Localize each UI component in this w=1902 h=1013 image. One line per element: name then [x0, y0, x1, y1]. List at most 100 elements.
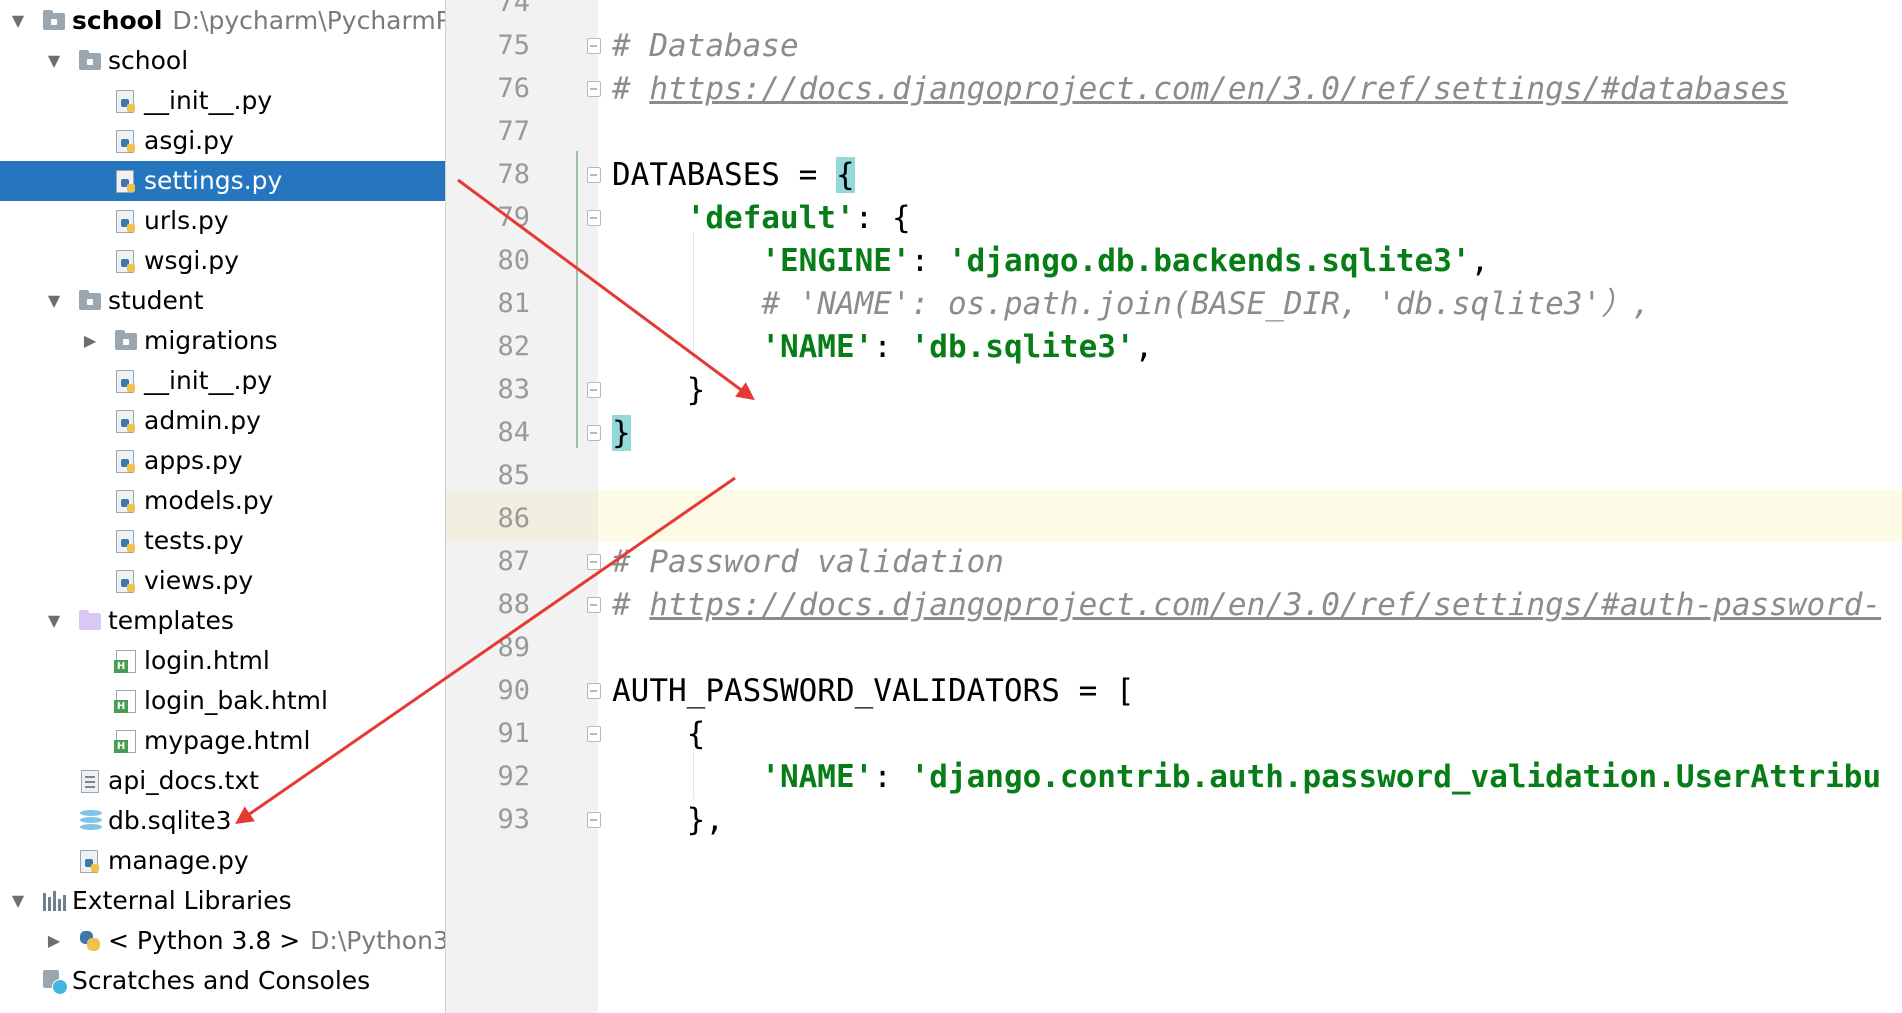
templates-folder-icon	[78, 609, 102, 633]
expand-arrow-icon[interactable]: ▼	[8, 1, 28, 41]
code-token: {	[612, 716, 706, 752]
tree-row-init-py[interactable]: __init__.py	[0, 361, 445, 401]
tree-row-mypage-html[interactable]: Hmypage.html	[0, 721, 445, 761]
tree-row-label: Scratches and Consoles	[72, 966, 371, 995]
tree-row-apps-py[interactable]: apps.py	[0, 441, 445, 481]
fold-marker-icon[interactable]	[587, 554, 601, 570]
tree-row-login-html[interactable]: Hlogin.html	[0, 641, 445, 681]
tree-row-init-py[interactable]: __init__.py	[0, 81, 445, 121]
tree-row-label: admin.py	[144, 406, 261, 435]
python-file-icon	[114, 249, 138, 273]
tree-row-asgi-py[interactable]: asgi.py	[0, 121, 445, 161]
tree-row-db-sqlite3[interactable]: db.sqlite3	[0, 801, 445, 841]
string-token: 'django.contrib.auth.password_validation…	[910, 759, 1882, 795]
tree-row-label: tests.py	[144, 526, 244, 555]
tree-row-external-libraries[interactable]: ▼ External Libraries	[0, 881, 445, 921]
folder-icon	[78, 289, 102, 313]
code-token: ,	[1470, 243, 1490, 279]
code-line[interactable]: },	[612, 794, 724, 846]
tree-row-label: views.py	[144, 566, 254, 595]
code-token: :	[910, 243, 948, 279]
tree-row-label: apps.py	[144, 446, 243, 475]
tree-row-label: student	[108, 286, 204, 315]
fold-marker-icon[interactable]	[587, 81, 601, 97]
caret-line-highlight	[598, 490, 1902, 542]
comment-token: # Database	[612, 28, 799, 64]
code-token: ,	[1134, 329, 1154, 365]
html-file-icon: H	[114, 649, 138, 673]
collapse-arrow-icon[interactable]: ▶	[44, 921, 64, 961]
tree-row-api-docs-txt[interactable]: api_docs.txt	[0, 761, 445, 801]
fold-marker-icon[interactable]	[587, 210, 601, 226]
fold-marker-icon[interactable]	[587, 167, 601, 183]
string-token: 'django.db.backends.sqlite3'	[947, 243, 1471, 279]
tree-row-migrations[interactable]: ▶ migrations	[0, 321, 445, 361]
tree-row-label-wrap: school D:\pycharm\PycharmPro	[72, 1, 445, 41]
tree-row-settings-py[interactable]: settings.py	[0, 161, 445, 201]
line-number: 93	[497, 804, 530, 835]
expand-arrow-icon[interactable]: ▼	[8, 881, 28, 921]
python-file-icon	[114, 449, 138, 473]
fold-marker-icon[interactable]	[587, 597, 601, 613]
code-token: DATABASES =	[612, 157, 836, 193]
tree-row-student[interactable]: ▼ student	[0, 281, 445, 321]
comment-token: #	[612, 71, 650, 107]
tree-row-scratches-and-consoles[interactable]: Scratches and Consoles	[0, 961, 445, 1001]
indent-guide	[693, 232, 694, 361]
code-line[interactable]: # https://docs.djangoproject.com/en/3.0/…	[612, 63, 1788, 115]
tree-row-urls-py[interactable]: urls.py	[0, 201, 445, 241]
tree-row-label: __init__.py	[144, 366, 273, 395]
expand-arrow-icon[interactable]: ▼	[44, 41, 64, 81]
tree-row-wsgi-py[interactable]: wsgi.py	[0, 241, 445, 281]
tree-row-path: D:\pycharm\PycharmPro	[172, 6, 445, 35]
tree-row-login-bak-html[interactable]: Hlogin_bak.html	[0, 681, 445, 721]
fold-marker-icon[interactable]	[587, 425, 601, 441]
code-token: },	[612, 802, 724, 838]
comment-link[interactable]: https://docs.djangoproject.com/en/3.0/re…	[649, 71, 1787, 107]
python-file-icon	[114, 529, 138, 553]
comment-link[interactable]: https://docs.djangoproject.com/en/3.0/re…	[649, 587, 1881, 623]
tree-row-label: mypage.html	[144, 726, 311, 755]
comment-token: # Password validation	[612, 544, 1004, 580]
code-line[interactable]: # https://docs.djangoproject.com/en/3.0/…	[612, 579, 1881, 631]
tree-row-school[interactable]: ▼ school	[0, 41, 445, 81]
tree-row-label: manage.py	[108, 846, 249, 875]
tree-row-school[interactable]: ▼ school D:\pycharm\PycharmPro	[0, 1, 445, 41]
tree-row-label: login.html	[144, 646, 270, 675]
matched-brace: {	[835, 157, 855, 193]
tree-row-templates[interactable]: ▼ templates	[0, 601, 445, 641]
tree-row-label: urls.py	[144, 206, 229, 235]
code-line[interactable]: }	[612, 407, 631, 459]
project-tree-panel[interactable]: ▼ school D:\pycharm\PycharmPro ▼ school __ini…	[0, 0, 445, 1013]
code-line[interactable]: 'NAME': 'django.contrib.auth.password_va…	[612, 751, 1881, 803]
string-token: 'NAME'	[761, 329, 874, 365]
tree-row-admin-py[interactable]: admin.py	[0, 401, 445, 441]
fold-marker-icon[interactable]	[587, 726, 601, 742]
tree-row-label: login_bak.html	[144, 686, 328, 715]
html-file-icon: H	[114, 689, 138, 713]
folder-icon	[114, 329, 138, 353]
tree-row-models-py[interactable]: models.py	[0, 481, 445, 521]
tree-row-label: models.py	[144, 486, 274, 515]
fold-marker-icon[interactable]	[587, 382, 601, 398]
vcs-change-marker[interactable]	[576, 151, 578, 448]
tree-row-python-3-8[interactable]: ▶ < Python 3.8 > D:\Python38	[0, 921, 445, 961]
fold-marker-icon[interactable]	[587, 683, 601, 699]
tree-row-label: < Python 3.8 >	[108, 926, 301, 955]
fold-marker-icon[interactable]	[587, 38, 601, 54]
code-token: :	[873, 329, 911, 365]
tree-row-views-py[interactable]: views.py	[0, 561, 445, 601]
text-file-icon	[78, 769, 102, 793]
tree-row-tests-py[interactable]: tests.py	[0, 521, 445, 561]
expand-arrow-icon[interactable]: ▼	[44, 281, 64, 321]
string-token: 'ENGINE'	[761, 243, 911, 279]
tree-row-manage-py[interactable]: manage.py	[0, 841, 445, 881]
expand-arrow-icon[interactable]: ▼	[44, 601, 64, 641]
tree-row-label: db.sqlite3	[108, 806, 232, 835]
collapse-arrow-icon[interactable]: ▶	[80, 321, 100, 361]
fold-marker-icon[interactable]	[587, 812, 601, 828]
folder-icon	[78, 49, 102, 73]
